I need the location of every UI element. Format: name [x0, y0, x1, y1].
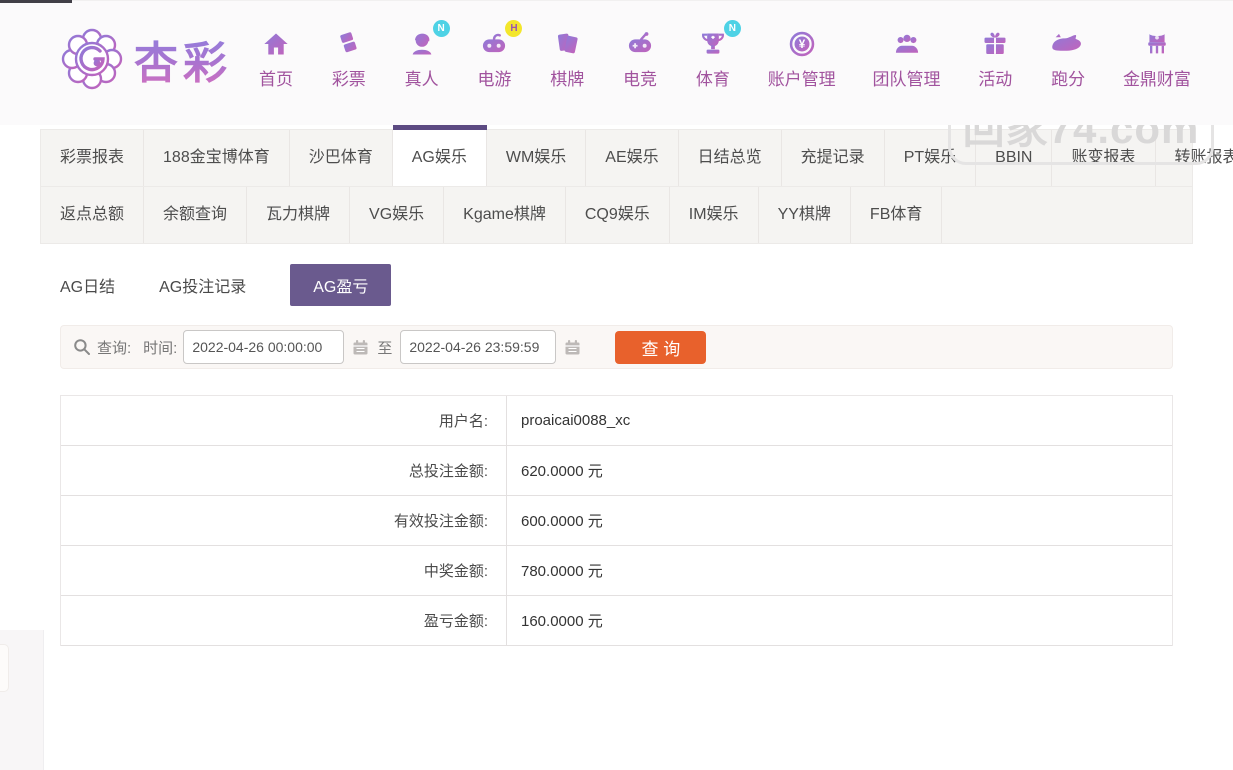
new-badge: N — [724, 20, 741, 37]
lottery-ticket-icon — [331, 28, 367, 60]
nav-label: 彩票 — [332, 65, 366, 90]
subtab-ag-touzhu-jilu[interactable]: AG投注记录 — [159, 264, 246, 306]
subtab-ag-yingkui[interactable]: AG盈亏 — [290, 264, 391, 306]
table-row: 中奖金额: 780.0000 元 — [61, 546, 1172, 596]
tab-wm-yule[interactable]: WM娱乐 — [487, 130, 586, 186]
tab-rijie-zonglan[interactable]: 日结总览 — [679, 130, 782, 186]
nav-item-esports[interactable]: 电竞 — [622, 28, 658, 90]
tab-vg-yule[interactable]: VG娱乐 — [350, 187, 444, 243]
nav-label: 跑分 — [1051, 65, 1085, 90]
nav-label: 电游 — [477, 65, 511, 90]
tab-row-2: 返点总额 余额查询 瓦力棋牌 VG娱乐 Kgame棋牌 CQ9娱乐 IM娱乐 Y… — [41, 187, 1192, 243]
table-row: 盈亏金额: 160.0000 元 — [61, 596, 1172, 646]
tab-ag-yule[interactable]: AG娱乐 — [393, 130, 487, 186]
row-label-total-bet: 总投注金额: — [61, 460, 506, 481]
calendar-to-icon[interactable] — [564, 339, 581, 356]
cards-icon — [549, 28, 585, 60]
nav-label: 体育 — [696, 65, 730, 90]
corner-widget — [0, 630, 44, 770]
svg-text:¥: ¥ — [798, 38, 805, 51]
main-header: 杏彩 首页 彩票 N — [0, 0, 1233, 125]
nav-item-lottery[interactable]: 彩票 — [331, 28, 367, 90]
nav-item-paofen[interactable]: 跑分 — [1050, 28, 1086, 90]
table-row: 有效投注金额: 600.0000 元 — [61, 496, 1172, 546]
rhino-icon — [1050, 28, 1086, 60]
tab-shaba-tiyu[interactable]: 沙巴体育 — [290, 130, 393, 186]
row-value-username: proaicai0088_xc — [506, 396, 1172, 445]
row-value-win-amount: 780.0000 元 — [506, 546, 1172, 595]
to-label: 至 — [377, 337, 392, 358]
tab-fandian-zonge[interactable]: 返点总额 — [41, 187, 144, 243]
gift-icon — [977, 28, 1013, 60]
row-value-valid-bet: 600.0000 元 — [506, 496, 1172, 545]
nav-item-live[interactable]: N 真人 — [404, 28, 440, 90]
tab-kgame-qipai[interactable]: Kgame棋牌 — [444, 187, 566, 243]
tab-cq9-yule[interactable]: CQ9娱乐 — [566, 187, 670, 243]
query-button[interactable]: 查 询 — [615, 331, 706, 364]
nav-label: 金鼎财富 — [1123, 65, 1191, 90]
nav-label: 账户管理 — [768, 65, 836, 90]
query-toolbar: 查询: 时间: 至 查 询 — [60, 325, 1173, 369]
row-label-valid-bet: 有效投注金额: — [61, 510, 506, 531]
date-from-input[interactable] — [183, 330, 344, 364]
subtab-ag-rijie[interactable]: AG日结 — [60, 264, 115, 306]
team-icon — [889, 28, 925, 60]
nav-label: 棋牌 — [550, 65, 584, 90]
tab-caipiao-baobiao[interactable]: 彩票报表 — [41, 130, 144, 186]
account-coin-icon: ¥ — [784, 28, 820, 60]
nav-item-sports[interactable]: N 体育 — [695, 28, 731, 90]
nav-label: 活动 — [978, 65, 1012, 90]
table-row: 用户名: proaicai0088_xc — [61, 396, 1172, 446]
nav-item-cards[interactable]: 棋牌 — [549, 28, 585, 90]
nav-item-home[interactable]: 首页 — [258, 28, 294, 90]
tab-yy-qipai[interactable]: YY棋牌 — [759, 187, 851, 243]
tab-yue-chaxun[interactable]: 余额查询 — [144, 187, 247, 243]
calendar-from-icon[interactable] — [352, 339, 369, 356]
tab-chongti-jilu[interactable]: 充提记录 — [782, 130, 885, 186]
logo-text: 杏彩 — [134, 27, 232, 91]
nav-item-videogame[interactable]: H 电游 — [476, 28, 512, 90]
query-label: 查询: — [97, 337, 131, 358]
tab-wali-qipai[interactable]: 瓦力棋牌 — [247, 187, 350, 243]
nav-label: 团队管理 — [873, 65, 941, 90]
row-label-username: 用户名: — [61, 410, 506, 431]
videogame-icon: H — [476, 28, 512, 60]
row-label-profit: 盈亏金额: — [61, 610, 506, 631]
tab-ae-yule[interactable]: AE娱乐 — [586, 130, 678, 186]
site-logo[interactable]: 杏彩 — [60, 27, 232, 91]
row-value-profit: 160.0000 元 — [506, 596, 1172, 645]
tab-im-yule[interactable]: IM娱乐 — [670, 187, 759, 243]
tab-fb-tiyu[interactable]: FB体育 — [851, 187, 942, 243]
row-label-win-amount: 中奖金额: — [61, 560, 506, 581]
nav-label: 电竞 — [623, 65, 657, 90]
hot-badge: H — [505, 20, 522, 37]
trophy-icon: N — [695, 28, 731, 60]
nav-item-wealth[interactable]: 金鼎财富 — [1123, 28, 1191, 90]
home-icon — [258, 28, 294, 60]
live-person-icon: N — [404, 28, 440, 60]
corner-drawer-handle[interactable] — [0, 644, 9, 692]
nav-label: 首页 — [259, 65, 293, 90]
new-badge: N — [433, 20, 450, 37]
date-to-input[interactable] — [400, 330, 556, 364]
logo-rose-icon — [60, 27, 124, 91]
nav-label: 真人 — [405, 65, 439, 90]
table-row: 总投注金额: 620.0000 元 — [61, 446, 1172, 496]
search-icon — [73, 338, 91, 356]
main-nav: 首页 彩票 N 真人 — [258, 28, 1191, 90]
ag-profit-table: 用户名: proaicai0088_xc 总投注金额: 620.0000 元 有… — [60, 395, 1173, 646]
top-dark-strip — [0, 0, 72, 3]
esports-icon — [622, 28, 658, 60]
nav-item-account[interactable]: ¥ 账户管理 — [768, 28, 836, 90]
row-value-total-bet: 620.0000 元 — [506, 446, 1172, 495]
ag-subtabs: AG日结 AG投注记录 AG盈亏 — [60, 264, 1173, 306]
nav-item-team[interactable]: 团队管理 — [873, 28, 941, 90]
nav-item-activity[interactable]: 活动 — [977, 28, 1013, 90]
tab-188-jinbaobo[interactable]: 188金宝博体育 — [144, 130, 290, 186]
time-label: 时间: — [143, 337, 177, 358]
wealth-icon — [1139, 28, 1175, 60]
